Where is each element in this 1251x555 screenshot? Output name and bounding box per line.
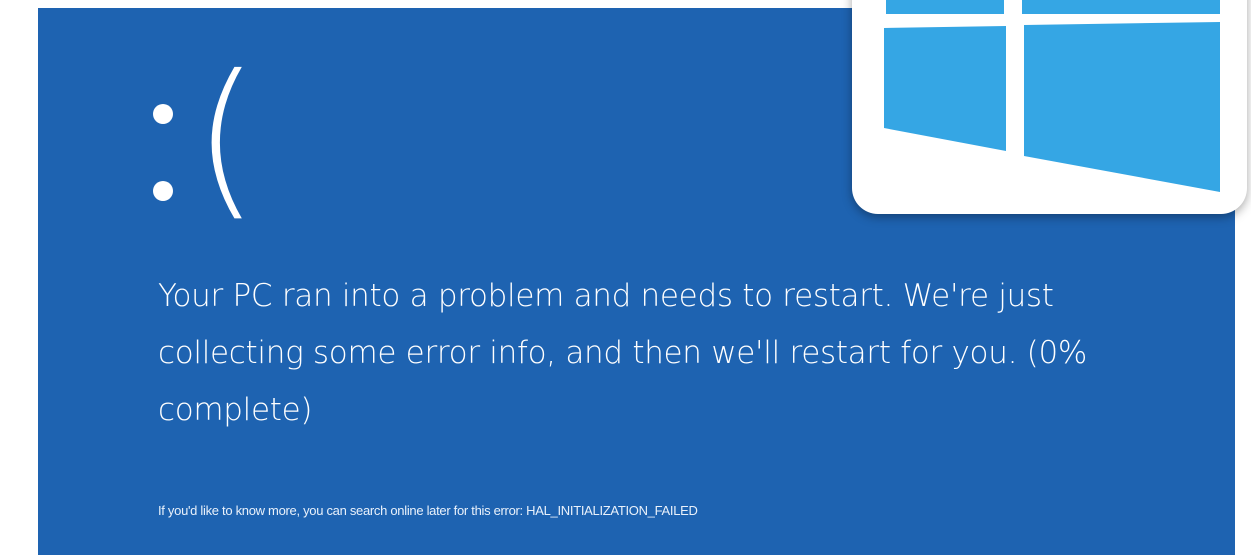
- windows-logo-icon: [884, 0, 1220, 192]
- error-info-text: If you'd like to know more, you can sear…: [158, 503, 698, 518]
- sad-face-icon: (: [141, 48, 261, 248]
- sad-face-mouth: (: [193, 39, 260, 237]
- sad-face-eye-top: [153, 104, 173, 124]
- windows-logo-card: [852, 0, 1247, 214]
- screenshot-frame: ( Your PC ran into a problem and needs t…: [0, 0, 1251, 555]
- logo-tile-top-left: [886, 0, 1004, 14]
- logo-tile-top-right: [1022, 0, 1220, 14]
- logo-tile-bottom-right: [1024, 22, 1220, 192]
- error-message: Your PC ran into a problem and needs to …: [158, 278, 1088, 428]
- sad-face-eye-bottom: [153, 181, 173, 201]
- logo-tile-bottom-left: [884, 26, 1006, 151]
